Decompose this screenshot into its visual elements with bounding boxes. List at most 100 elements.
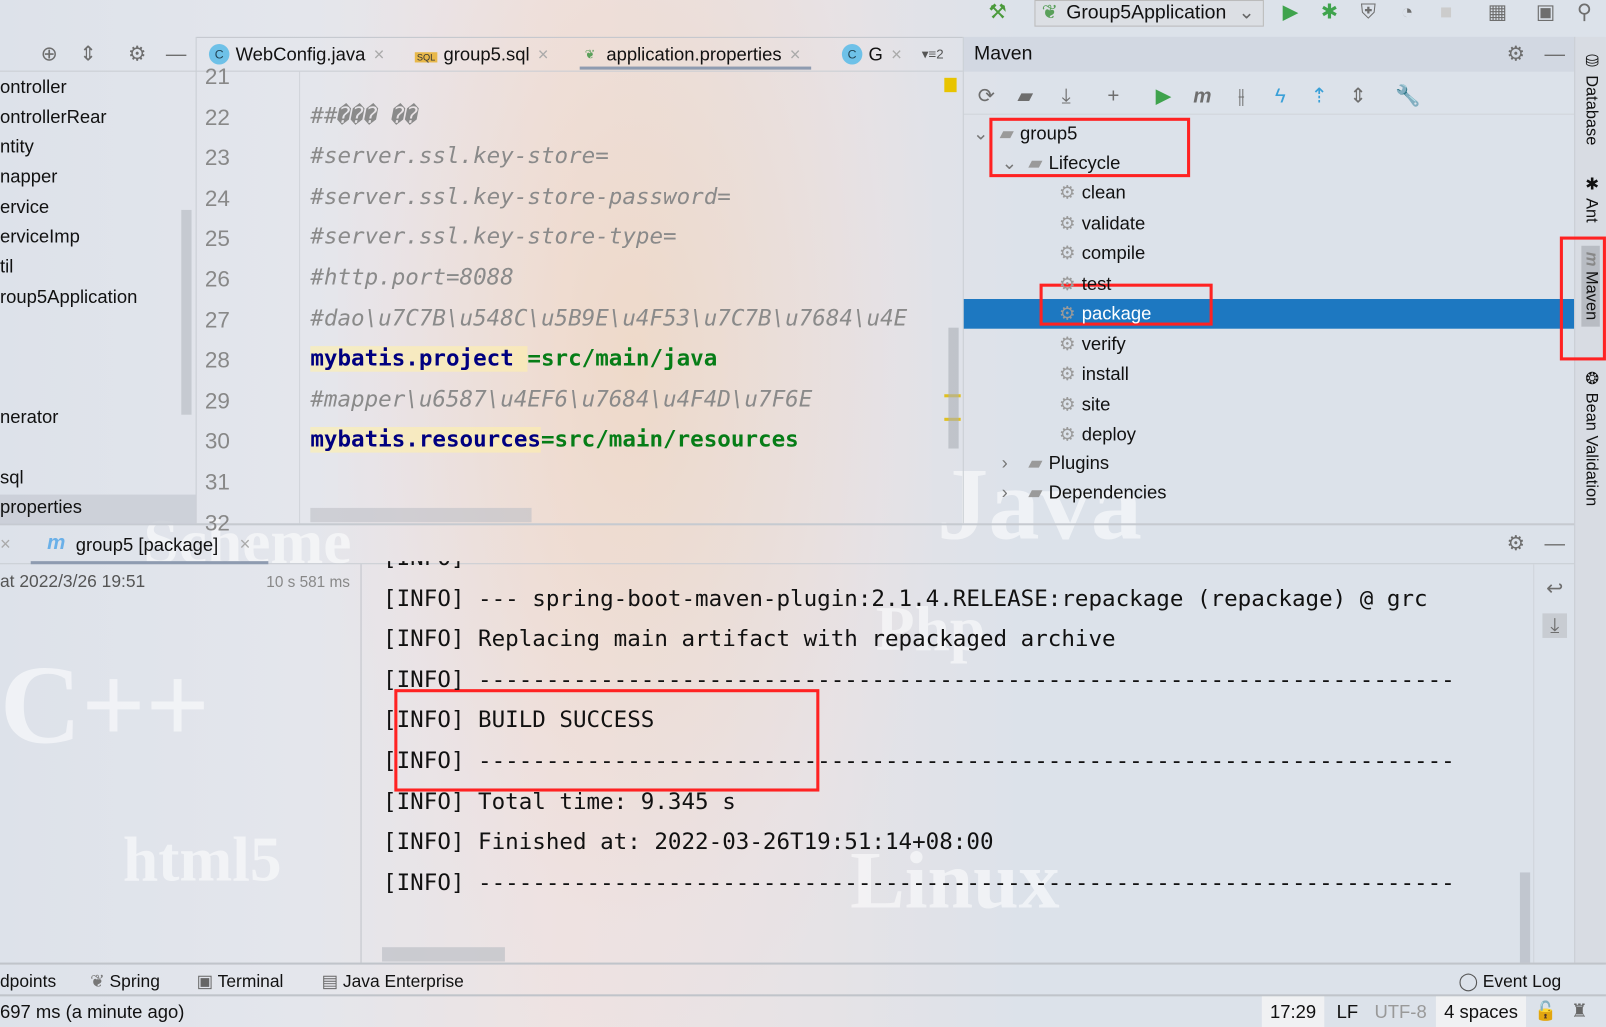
maven-tool[interactable]: m Maven (1581, 245, 1600, 327)
file-encoding[interactable]: UTF-8 (1374, 1001, 1426, 1023)
close-icon[interactable]: × (374, 44, 385, 64)
tab-application-properties[interactable]: ❦ application.properties × (579, 39, 811, 70)
project-tree-item[interactable]: nerator (0, 407, 58, 429)
code-line[interactable]: mybatis.resources=src/main/resources (310, 427, 799, 454)
code-line[interactable]: #dao\u7C7B\u548C\u5B9E\u4F53\u7C7B\u7684… (310, 306, 907, 332)
console-vscrollbar[interactable] (1519, 872, 1531, 963)
skip-tests-icon[interactable]: ϟ (1268, 84, 1293, 109)
maven-dependencies[interactable]: › ▰ Dependencies (1002, 482, 1167, 504)
ant-tool[interactable]: ✱ Ant (1581, 174, 1600, 223)
close-icon[interactable]: × (538, 44, 549, 64)
tab-g[interactable]: C G × (841, 39, 902, 70)
code-line[interactable]: mybatis.project =src/main/java (310, 346, 717, 372)
stop-icon[interactable]: ■ (1434, 0, 1459, 25)
soft-wrap-icon[interactable]: ↩ (1542, 577, 1567, 602)
maven-goal-verify[interactable]: ⚙ verify (1059, 333, 1126, 355)
collapse-all-icon[interactable]: ⇕ (1346, 84, 1371, 109)
editor-vscrollbar[interactable] (948, 327, 959, 449)
add-icon[interactable]: + (1101, 84, 1126, 109)
project-tree-item[interactable]: roup5Application (0, 287, 137, 309)
project-tree-item[interactable]: ontrollerRear (0, 106, 107, 128)
show-dependencies-icon[interactable]: ⇡ (1307, 84, 1332, 109)
java-enterprise-tool[interactable]: ▤ Java Enterprise (322, 972, 464, 992)
hammer-icon[interactable]: ⚒ (985, 0, 1010, 25)
run-icon[interactable]: ▶ (1278, 0, 1303, 25)
debug-icon[interactable]: ✱ (1317, 0, 1342, 25)
code-line[interactable]: #http.port=8088 (310, 265, 513, 291)
maven-plugins[interactable]: › ▰ Plugins (1002, 453, 1109, 475)
project-tree-item[interactable]: ervice (0, 197, 49, 219)
tab-overflow-button[interactable]: ▾≡2 (922, 46, 944, 62)
maven-goal-icon[interactable]: m (1190, 84, 1215, 109)
maven-goal-clean[interactable]: ⚙ clean (1059, 182, 1126, 204)
project-structure-icon[interactable]: ▦ (1485, 0, 1510, 25)
run-config-dropdown[interactable]: ❦ Group5Application ⌄ (1034, 0, 1264, 27)
collapse-all-icon[interactable]: ⇕ (76, 42, 101, 67)
status-message[interactable]: 697 ms (a minute ago) (0, 1001, 184, 1023)
run-entry[interactable]: at 2022/3/26 19:51 (0, 571, 145, 591)
line-separator[interactable]: LF (1337, 1001, 1359, 1023)
project-scrollbar[interactable] (181, 209, 192, 415)
toggle-offline-icon[interactable]: ⫲ (1229, 84, 1254, 109)
chevron-down-icon[interactable]: ⌄ (973, 123, 988, 145)
project-tree-item[interactable]: ntity (0, 136, 34, 158)
reload-icon[interactable]: ⟳ (974, 84, 999, 109)
scroll-to-end-icon[interactable]: ⤓ (1542, 613, 1568, 638)
indent-setting[interactable]: 4 spaces (1435, 996, 1527, 1027)
minimize-icon[interactable]: — (1542, 531, 1567, 556)
code-line[interactable]: ##��� �� (310, 103, 419, 129)
maven-project-group5[interactable]: ⌄ ▰ group5 (973, 123, 1077, 145)
locate-icon[interactable]: ⊕ (37, 42, 62, 67)
coverage-icon[interactable]: ⛨ (1356, 0, 1381, 25)
chevron-right-icon[interactable]: › (1002, 453, 1008, 475)
maven-goal-package[interactable]: ⚙ package (1059, 303, 1151, 325)
gear-icon[interactable]: ⚙ (125, 42, 150, 67)
chevron-right-icon[interactable]: › (1002, 482, 1008, 504)
chevron-down-icon[interactable]: ⌄ (1002, 153, 1017, 175)
minimize-icon[interactable]: — (164, 42, 189, 67)
terminal-tool[interactable]: ▣ Terminal (197, 972, 284, 992)
breakpoints-tool[interactable]: dpoints (0, 972, 56, 992)
code-line[interactable]: #mapper\u6587\u4EF6\u7684\u4F4D\u7F6E (310, 387, 812, 413)
close-icon[interactable]: × (891, 44, 902, 64)
project-tree-item[interactable]: erviceImp (0, 226, 80, 248)
maven-goal-compile[interactable]: ⚙ compile (1059, 243, 1145, 265)
project-tree-item[interactable]: ontroller (0, 77, 67, 99)
download-icon[interactable]: ⤓ (1054, 84, 1079, 109)
settings-wrench-icon[interactable]: 🔧 (1395, 84, 1421, 109)
maven-goal-install[interactable]: ⚙ install (1059, 364, 1129, 386)
database-tool[interactable]: ⛁ Database (1581, 51, 1600, 145)
generate-sources-icon[interactable]: ▰ (1013, 84, 1038, 109)
maven-lifecycle[interactable]: ⌄ ▰ Lifecycle (1002, 153, 1121, 175)
warning-marker[interactable] (944, 77, 957, 93)
editor-hscrollbar[interactable] (310, 507, 532, 523)
lock-icon[interactable]: 🔓 (1534, 1000, 1557, 1022)
code-line[interactable]: #server.ssl.key-store= (310, 144, 608, 170)
maven-goal-validate[interactable]: ⚙ validate (1059, 212, 1145, 234)
maven-goal-deploy[interactable]: ⚙ deploy (1059, 424, 1136, 446)
terminal-window-icon[interactable]: ▣ (1533, 0, 1558, 25)
console-hscrollbar[interactable] (382, 947, 505, 962)
tab-group5-sql[interactable]: SQL group5.sql × (414, 39, 549, 70)
run-icon[interactable]: ▶ (1151, 84, 1176, 109)
project-tree-item[interactable]: napper (0, 166, 57, 188)
inspector-icon[interactable]: ♜ (1571, 1000, 1588, 1022)
bean-validation-tool[interactable]: ❂ Bean Validation (1581, 369, 1600, 507)
code-line[interactable]: #server.ssl.key-store-password= (310, 184, 731, 210)
code-line[interactable]: #server.ssl.key-store-type= (310, 225, 676, 251)
close-icon[interactable]: × (0, 534, 11, 556)
project-tree-item[interactable]: sql (0, 467, 24, 489)
minimize-icon[interactable]: — (1542, 42, 1567, 67)
project-tree-item[interactable]: properties (0, 494, 196, 525)
search-icon[interactable]: ⚲ (1572, 0, 1597, 25)
close-icon[interactable]: × (790, 44, 801, 64)
close-icon[interactable]: × (240, 534, 251, 556)
event-log-tool[interactable]: ◯ Event Log (1458, 972, 1561, 992)
project-tree-item[interactable]: til (0, 256, 13, 278)
spring-tool[interactable]: ❦ Spring (90, 972, 160, 992)
gear-icon[interactable]: ⚙ (1504, 42, 1529, 67)
maven-goal-test[interactable]: ⚙ test (1059, 273, 1111, 295)
maven-goal-site[interactable]: ⚙ site (1059, 394, 1110, 416)
gear-icon[interactable]: ⚙ (1504, 531, 1529, 556)
profile-icon[interactable]: ◔ (1395, 0, 1420, 25)
